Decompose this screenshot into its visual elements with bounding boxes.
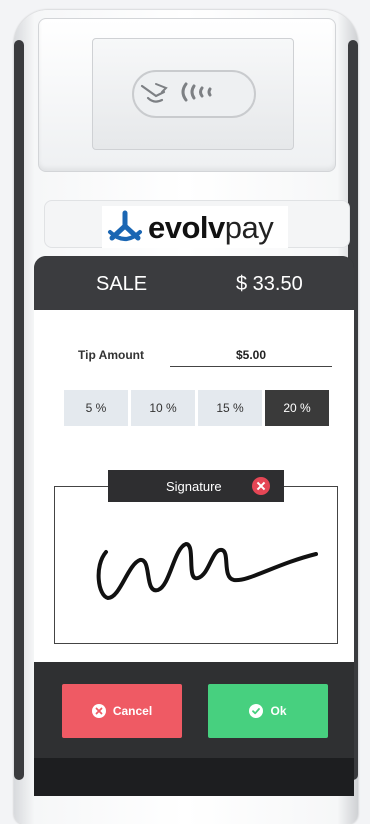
sale-header: SALE $ 33.50 (34, 256, 354, 310)
logo-text-bold: evolv (148, 209, 225, 245)
check-icon (249, 704, 264, 718)
contactless-icon (140, 82, 212, 103)
signature-header: Signature (108, 470, 284, 502)
device-bottom-bar (34, 758, 354, 796)
signature-label: Signature (166, 479, 222, 494)
tip-option-5[interactable]: 5 % (64, 390, 128, 426)
tip-signature-panel: Tip Amount $5.00 5 % 10 % 15 % 20 % Sign… (34, 310, 354, 662)
sale-amount: $ 33.50 (236, 273, 303, 295)
evolvpay-logo-icon (108, 210, 142, 241)
cancel-icon (91, 704, 106, 718)
tip-option-15[interactable]: 15 % (198, 390, 262, 426)
ok-button[interactable]: Ok (208, 684, 328, 738)
ok-label: Ok (270, 704, 287, 718)
tip-option-10[interactable]: 10 % (131, 390, 195, 426)
action-bar: Cancel Ok (34, 662, 354, 796)
device-side-left (14, 40, 24, 780)
tip-percentage-options: 5 % 10 % 15 % 20 % (64, 390, 329, 426)
tip-amount-underline (170, 366, 332, 367)
terminal-screen: SALE $ 33.50 Tip Amount $5.00 5 % 10 % 1… (34, 256, 354, 796)
brand-logo: evolvpay (102, 206, 288, 248)
sale-title: SALE (96, 273, 148, 295)
logo-text-light: pay (224, 209, 274, 245)
cancel-label: Cancel (112, 704, 153, 718)
tip-option-20[interactable]: 20 % (265, 390, 329, 426)
tip-amount-label: Tip Amount (78, 348, 144, 362)
tip-amount-field[interactable]: $5.00 (172, 348, 330, 362)
cancel-button[interactable]: Cancel (62, 684, 182, 738)
signature-stroke (96, 542, 318, 600)
clear-signature-icon[interactable] (252, 477, 270, 495)
